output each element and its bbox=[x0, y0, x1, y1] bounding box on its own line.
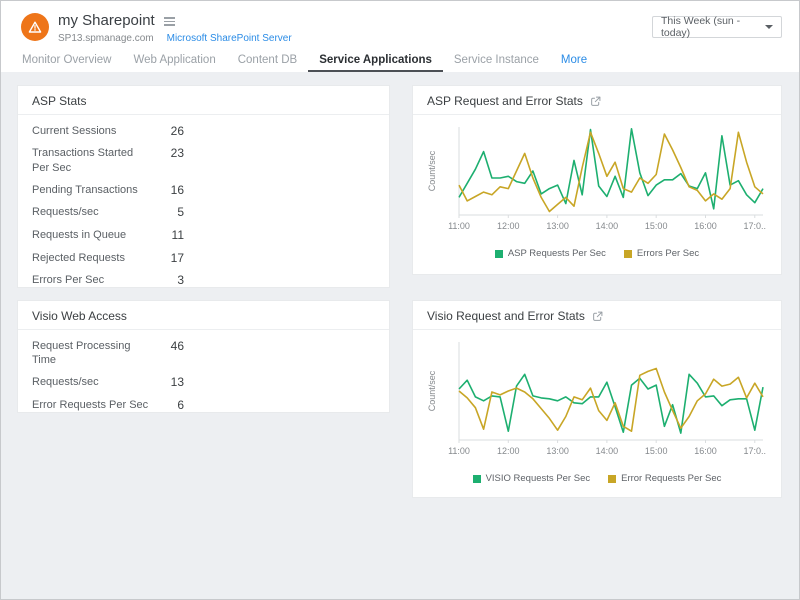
stat-row-rejected-requests: Rejected Requests 17 bbox=[32, 247, 375, 270]
stat-row-errors-per-sec: Errors Per Sec 3 bbox=[32, 270, 375, 293]
stat-row-error-requests-per-sec: Error Requests Per Sec 6 bbox=[32, 394, 375, 417]
asp-chart-canvas[interactable]: 11:00 12:00 13:00 14:00 15:00 16:00 17:0.. Coun… bbox=[425, 121, 769, 239]
stat-row-requests-in-queue: Requests in Queue 11 bbox=[32, 224, 375, 247]
svg-text:12:00: 12:00 bbox=[497, 446, 520, 456]
svg-text:14:00: 14:00 bbox=[596, 221, 619, 231]
page-title: my Sharepoint bbox=[58, 12, 155, 29]
tab-service-instance[interactable]: Service Instance bbox=[443, 51, 550, 72]
monitor-status-avatar bbox=[21, 13, 49, 41]
stat-value: 26 bbox=[150, 124, 184, 140]
legend-swatch-icon bbox=[608, 475, 616, 483]
svg-text:17:0..: 17:0.. bbox=[744, 446, 767, 456]
visio-chart-canvas[interactable]: 11:00 12:00 13:00 14:00 15:00 16:00 17:0.. Coun… bbox=[425, 336, 769, 464]
stat-value: 11 bbox=[150, 228, 184, 244]
svg-text:16:00: 16:00 bbox=[694, 446, 717, 456]
stat-value: 17 bbox=[150, 251, 184, 267]
stat-row-pending-transactions: Pending Transactions 16 bbox=[32, 179, 375, 202]
stat-row-current-sessions: Current Sessions 26 bbox=[32, 120, 375, 143]
svg-text:Count/sec: Count/sec bbox=[427, 370, 437, 411]
stat-label: Current Sessions bbox=[32, 124, 150, 139]
stat-value: 16 bbox=[150, 183, 184, 199]
visio-chart-panel: Visio Request and Error Stats 11:00 12:00… bbox=[412, 300, 782, 498]
asp-stats-panel: ASP Stats Current Sessions 26 Transactio… bbox=[17, 85, 390, 288]
stat-value: 3 bbox=[150, 273, 184, 289]
monitor-type-link[interactable]: Microsoft SharePoint Server bbox=[167, 33, 292, 44]
stat-label: Transactions Started Per Sec bbox=[32, 146, 150, 176]
time-range-value: This Week (sun - today) bbox=[661, 15, 765, 39]
external-link-icon[interactable] bbox=[590, 96, 601, 107]
dashboard-content: ASP Stats Current Sessions 26 Transactio… bbox=[1, 72, 799, 599]
svg-text:16:00: 16:00 bbox=[694, 221, 717, 231]
external-link-icon[interactable] bbox=[592, 311, 603, 322]
stat-label: Request Processing Time bbox=[32, 339, 150, 369]
stat-label: Errors Per Sec bbox=[32, 273, 150, 288]
stat-label: Requests in Queue bbox=[32, 228, 150, 243]
asp-chart-panel: ASP Request and Error Stats 11:00 12:00 13… bbox=[412, 85, 782, 275]
stat-row-request-processing-time: Request Processing Time 46 bbox=[32, 335, 375, 372]
tab-web-application[interactable]: Web Application bbox=[122, 51, 226, 72]
stat-row-visio-requests-sec: Requests/sec 13 bbox=[32, 372, 375, 395]
legend-item[interactable]: Error Requests Per Sec bbox=[608, 473, 721, 484]
stat-value: 23 bbox=[150, 146, 184, 162]
legend-item[interactable]: Errors Per Sec bbox=[624, 248, 699, 259]
asp-chart-title: ASP Request and Error Stats bbox=[427, 94, 583, 108]
tab-monitor-overview[interactable]: Monitor Overview bbox=[11, 51, 122, 72]
legend-swatch-icon bbox=[624, 250, 632, 258]
stat-value: 13 bbox=[150, 375, 184, 391]
visio-chart-title: Visio Request and Error Stats bbox=[427, 309, 585, 323]
svg-text:11:00: 11:00 bbox=[448, 221, 470, 231]
tab-more[interactable]: More bbox=[550, 51, 598, 72]
stat-row-transactions-started: Transactions Started Per Sec 23 bbox=[32, 143, 375, 180]
stat-label: Requests/sec bbox=[32, 375, 150, 390]
svg-text:13:00: 13:00 bbox=[546, 446, 569, 456]
svg-text:12:00: 12:00 bbox=[497, 221, 520, 231]
caret-down-icon bbox=[765, 25, 773, 29]
svg-text:Count/sec: Count/sec bbox=[427, 150, 437, 191]
legend-item[interactable]: ASP Requests Per Sec bbox=[495, 248, 606, 259]
legend-label: ASP Requests Per Sec bbox=[508, 248, 606, 259]
stat-label: Error Requests Per Sec bbox=[32, 398, 150, 413]
svg-text:15:00: 15:00 bbox=[645, 221, 668, 231]
legend-swatch-icon bbox=[495, 250, 503, 258]
time-range-dropdown[interactable]: This Week (sun - today) bbox=[652, 16, 782, 38]
warning-triangle-icon bbox=[27, 20, 43, 35]
asp-chart-legend: ASP Requests Per Sec Errors Per Sec bbox=[425, 248, 769, 259]
app-window: my Sharepoint SP13.spmanage.com Microsof… bbox=[0, 0, 800, 600]
stat-label: Requests/sec bbox=[32, 205, 150, 220]
asp-stats-title: ASP Stats bbox=[32, 94, 86, 108]
stat-label: Rejected Requests bbox=[32, 251, 150, 266]
stat-label: Pending Transactions bbox=[32, 183, 150, 198]
legend-label: Errors Per Sec bbox=[637, 248, 699, 259]
tab-service-applications[interactable]: Service Applications bbox=[308, 51, 443, 72]
legend-swatch-icon bbox=[473, 475, 481, 483]
visio-chart-legend: VISIO Requests Per Sec Error Requests Per… bbox=[425, 473, 769, 484]
legend-label: VISIO Requests Per Sec bbox=[486, 473, 591, 484]
tab-content-db[interactable]: Content DB bbox=[227, 51, 308, 72]
stat-row-requests-sec: Requests/sec 5 bbox=[32, 202, 375, 225]
svg-text:13:00: 13:00 bbox=[546, 221, 569, 231]
tab-bar: Monitor Overview Web Application Content… bbox=[11, 51, 799, 72]
monitor-host: SP13.spmanage.com bbox=[58, 33, 154, 44]
stat-value: 6 bbox=[150, 398, 184, 414]
svg-text:11:00: 11:00 bbox=[448, 446, 470, 456]
visio-stats-panel: Visio Web Access Request Processing Time… bbox=[17, 300, 390, 413]
svg-text:15:00: 15:00 bbox=[645, 446, 668, 456]
stat-value: 5 bbox=[150, 205, 184, 221]
svg-text:14:00: 14:00 bbox=[596, 446, 619, 456]
hamburger-menu-icon[interactable] bbox=[164, 15, 175, 26]
stat-value: 46 bbox=[150, 339, 184, 355]
legend-item[interactable]: VISIO Requests Per Sec bbox=[473, 473, 591, 484]
svg-text:17:0..: 17:0.. bbox=[744, 221, 767, 231]
legend-label: Error Requests Per Sec bbox=[621, 473, 721, 484]
visio-stats-title: Visio Web Access bbox=[32, 309, 127, 323]
